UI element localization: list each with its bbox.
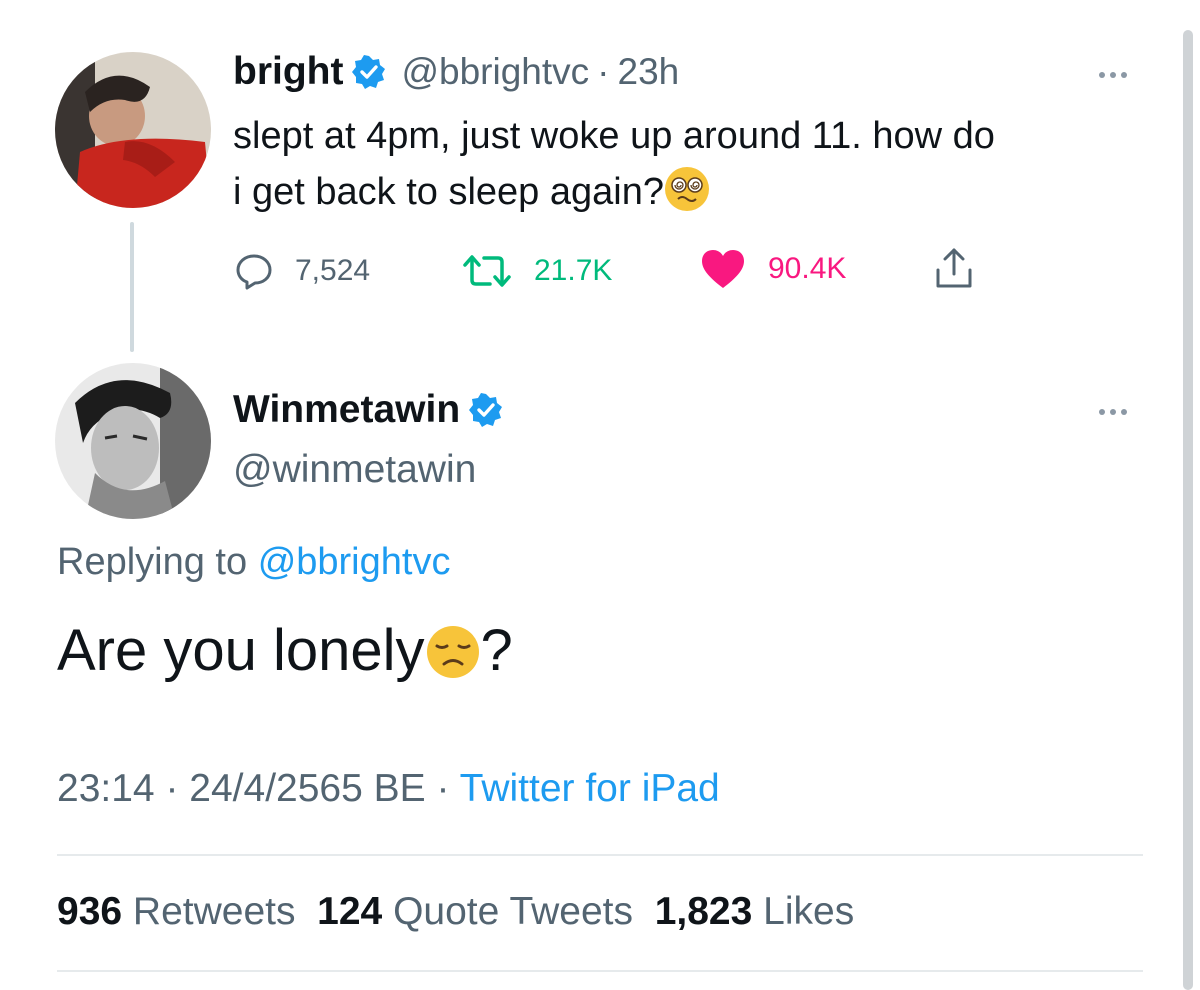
- retweet-count: 21.7K: [534, 254, 613, 287]
- reply-text-main: Are you lonely: [57, 618, 425, 683]
- reply-text-end: ?: [480, 618, 513, 683]
- retweets-stat[interactable]: 936 Retweets: [57, 890, 296, 933]
- reply-text: Are you lonely ?: [57, 617, 513, 694]
- reply-date[interactable]: 24/4/2565 BE: [189, 767, 425, 810]
- reply-time[interactable]: 23:14: [57, 767, 155, 810]
- author-handle[interactable]: @bbrightvc: [401, 51, 589, 93]
- share-action[interactable]: [932, 246, 998, 290]
- thread-line: [130, 222, 134, 352]
- likes-label: Likes: [763, 890, 855, 933]
- reply-action[interactable]: 7,524: [235, 252, 370, 290]
- tweet-text-line2: i get back to sleep again?: [233, 171, 664, 213]
- reply-bubble-icon: [236, 254, 272, 290]
- retweet-icon: [463, 255, 511, 287]
- disappointed-face-emoji-icon: [425, 624, 481, 694]
- tweet-header: bright @bbrightvc · 23h: [233, 50, 679, 94]
- like-action[interactable]: 90.4K: [700, 248, 846, 290]
- retweets-count: 936: [57, 890, 123, 933]
- quotes-stat[interactable]: 124 Quote Tweets: [317, 890, 633, 933]
- likes-stat[interactable]: 1,823 Likes: [655, 890, 855, 933]
- spiral-eyes-emoji-icon: [664, 166, 710, 228]
- source-link[interactable]: Twitter for iPad: [460, 767, 720, 810]
- quotes-count: 124: [317, 890, 383, 933]
- retweet-action[interactable]: 21.7K: [462, 252, 612, 290]
- tweet-time[interactable]: 23h: [618, 51, 680, 93]
- reply-header: Winmetawin: [233, 388, 504, 432]
- verified-badge-icon: [468, 392, 504, 428]
- meta-separator: ·: [436, 767, 450, 810]
- separator-dot: ·: [597, 51, 610, 92]
- share-icon: [936, 248, 972, 288]
- tweet-text-line1: slept at 4pm, just woke up around 11. ho…: [233, 115, 995, 157]
- replying-to: Replying to @bbrightvc: [57, 541, 450, 584]
- reply-author-name[interactable]: Winmetawin: [233, 388, 460, 432]
- reply-count: 7,524: [295, 254, 371, 287]
- more-dots-icon[interactable]: [1099, 409, 1127, 415]
- divider: [57, 854, 1143, 856]
- verified-badge-icon: [351, 54, 387, 90]
- likes-count: 1,823: [654, 890, 753, 933]
- divider: [57, 970, 1143, 972]
- more-dots-icon[interactable]: [1099, 72, 1127, 78]
- quotes-label: Quote Tweets: [393, 890, 634, 933]
- reply-author-handle[interactable]: @winmetawin: [233, 448, 476, 492]
- tweet-meta: 23:14 · 24/4/2565 BE · Twitter for iPad: [57, 767, 720, 811]
- author-name[interactable]: bright: [233, 50, 343, 94]
- avatar-bright[interactable]: [55, 52, 211, 208]
- scrollbar[interactable]: [1183, 30, 1193, 990]
- engagement-stats: 936 Retweets 124 Quote Tweets 1,823 Like…: [57, 890, 854, 934]
- like-count: 90.4K: [768, 252, 847, 285]
- replying-prefix: Replying to: [57, 541, 248, 583]
- reply-handle-row: @winmetawin: [233, 448, 476, 492]
- heart-icon: [702, 250, 744, 288]
- replying-handle-link[interactable]: @bbrightvc: [258, 541, 451, 583]
- avatar-winmetawin[interactable]: [55, 363, 211, 519]
- tweet-text: slept at 4pm, just woke up around 11. ho…: [233, 108, 1163, 228]
- meta-separator: ·: [165, 767, 179, 810]
- retweets-label: Retweets: [132, 890, 296, 933]
